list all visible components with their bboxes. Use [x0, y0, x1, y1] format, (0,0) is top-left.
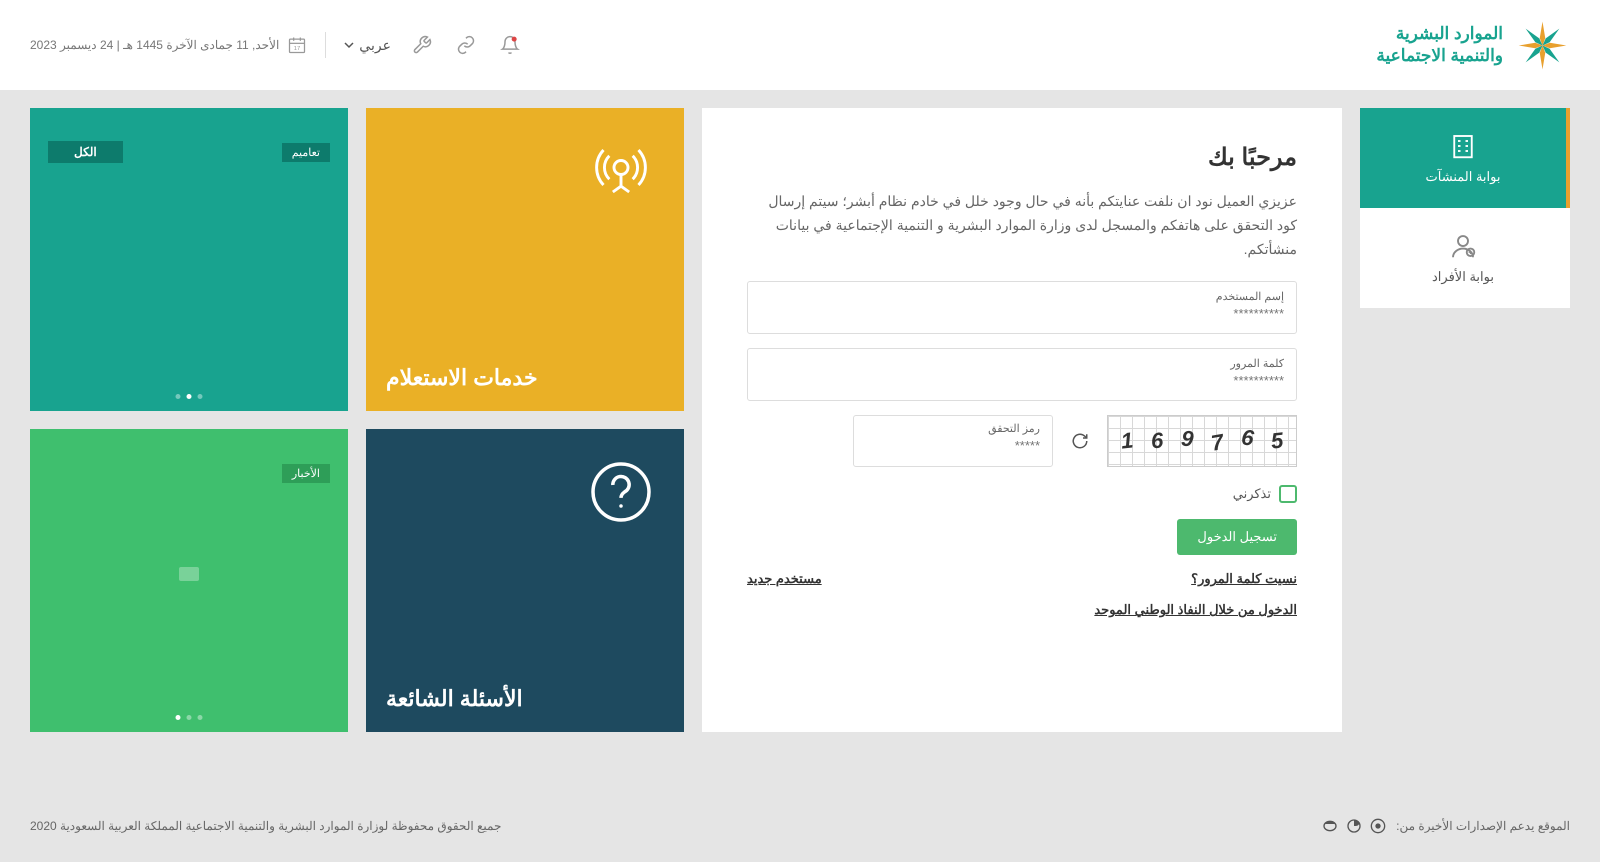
chrome-icon [1370, 818, 1386, 834]
all-chip[interactable]: الكل [48, 141, 123, 163]
placeholder-icon [179, 567, 199, 581]
date-text: الأحد, 11 جمادى الآخرة 1445 هـ | 24 ديسم… [30, 38, 279, 52]
link-icon[interactable] [453, 32, 479, 58]
tile-inquiry-services[interactable]: خدمات الاستعلام [366, 108, 684, 411]
tile-circulars[interactable]: تعاميم الكل [30, 108, 348, 411]
tile-faq[interactable]: الأسئلة الشائعة [366, 429, 684, 732]
username-label: إسم المستخدم [760, 290, 1284, 303]
login-title: مرحبًا بك [747, 143, 1297, 172]
captcha-refresh-button[interactable] [1065, 415, 1095, 467]
building-icon [1448, 131, 1478, 161]
notifications-icon[interactable] [497, 32, 523, 58]
ie-icon [1322, 818, 1338, 834]
login-button[interactable]: تسجيل الدخول [1177, 519, 1297, 555]
logo-star-icon [1515, 18, 1570, 73]
firefox-icon [1346, 818, 1362, 834]
carousel-dots[interactable] [176, 394, 203, 399]
sidebar: بوابة المنشآت بوابة الأفراد [1360, 108, 1570, 732]
date-display: 17 الأحد, 11 جمادى الآخرة 1445 هـ | 24 د… [30, 35, 307, 55]
copyright-text: جميع الحقوق محفوظة لوزارة الموارد البشري… [30, 819, 501, 833]
captcha-field-group[interactable]: رمز التحقق [853, 415, 1053, 467]
remember-checkbox[interactable] [1279, 485, 1297, 503]
sso-login-link[interactable]: الدخول من خلال النفاذ الوطني الموحد [1094, 602, 1297, 617]
refresh-icon [1071, 432, 1089, 450]
tile-inquiry-title: خدمات الاستعلام [386, 365, 538, 391]
logo[interactable]: الموارد البشرية والتنمية الاجتماعية [1376, 18, 1570, 73]
forgot-password-link[interactable]: نسيت كلمة المرور؟ [1191, 571, 1297, 587]
password-label: كلمة المرور [760, 357, 1284, 370]
broadcast-icon [586, 136, 656, 206]
remember-label: تذكرني [1233, 486, 1271, 502]
settings-icon[interactable] [409, 32, 435, 58]
calendar-icon: 17 [287, 35, 307, 55]
login-card: مرحبًا بك عزيزي العميل نود ان نلفت عنايت… [702, 108, 1342, 732]
captcha-label: رمز التحقق [866, 422, 1040, 435]
tab-individuals[interactable]: بوابة الأفراد [1360, 208, 1570, 308]
person-icon [1448, 231, 1478, 261]
tab-individuals-label: بوابة الأفراد [1432, 269, 1494, 285]
username-field-group[interactable]: إسم المستخدم [747, 281, 1297, 334]
browsers-support-label: الموقع يدعم الإصدارات الأخيرة من: [1396, 819, 1570, 833]
password-input[interactable] [760, 373, 1284, 388]
header: الموارد البشرية والتنمية الاجتماعية عربي… [0, 0, 1600, 90]
password-field-group[interactable]: كلمة المرور [747, 348, 1297, 401]
login-description: عزيزي العميل نود ان نلفت عنايتكم بأنه في… [747, 190, 1297, 261]
circulars-badge: تعاميم [282, 143, 330, 162]
language-label: عربي [359, 37, 391, 54]
username-input[interactable] [760, 306, 1284, 321]
chevron-down-icon [344, 40, 354, 50]
captcha-input[interactable] [866, 438, 1040, 453]
carousel-dots-news[interactable] [176, 715, 203, 720]
tile-news[interactable]: الأخبار [30, 429, 348, 732]
logo-text-line1: الموارد البشرية [1376, 23, 1503, 45]
tile-faq-title: الأسئلة الشائعة [386, 686, 523, 712]
tab-establishments[interactable]: بوابة المنشآت [1360, 108, 1570, 208]
news-badge: الأخبار [282, 464, 330, 483]
footer: الموقع يدعم الإصدارات الأخيرة من: جميع ا… [0, 790, 1600, 862]
logo-text-line2: والتنمية الاجتماعية [1376, 45, 1503, 67]
question-icon [586, 457, 656, 527]
language-selector[interactable]: عربي [344, 37, 391, 54]
tab-establishments-label: بوابة المنشآت [1426, 169, 1501, 185]
new-user-link[interactable]: مستخدم جديد [747, 571, 822, 587]
captcha-image: 5 6 7 9 6 1 [1107, 415, 1297, 467]
tiles-grid: خدمات الاستعلام تعاميم الكل الأسئلة الشا… [30, 108, 684, 732]
svg-text:17: 17 [294, 46, 300, 52]
